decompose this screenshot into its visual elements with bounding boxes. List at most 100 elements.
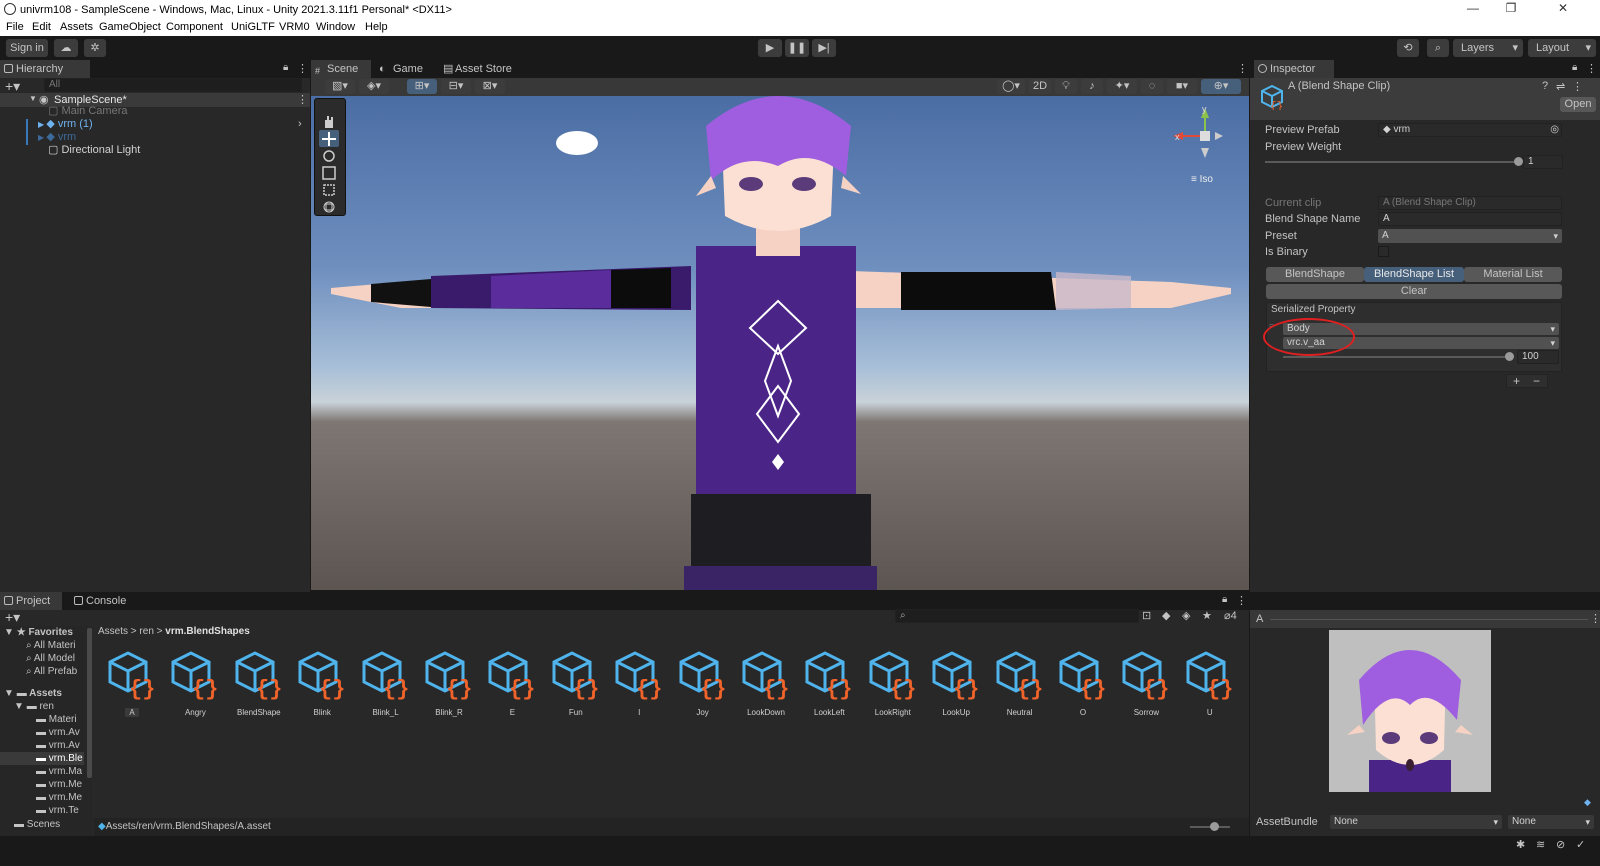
tab-project[interactable]: Project bbox=[0, 592, 62, 610]
object-picker-icon[interactable]: ◎ bbox=[1550, 124, 1559, 136]
preview-weight-input[interactable]: 1 bbox=[1523, 155, 1563, 169]
menu-uniGLTF[interactable]: UniGLTF bbox=[231, 21, 275, 33]
lock-icon[interactable]: 🔒︎ bbox=[283, 62, 288, 73]
folder-item[interactable]: ▬ vrm.Av bbox=[36, 739, 80, 752]
tree-scrollbar[interactable] bbox=[87, 628, 92, 778]
toggle-2d-button[interactable]: 2D bbox=[1029, 79, 1051, 94]
menu-assets[interactable]: Assets bbox=[60, 21, 93, 33]
add-element-button[interactable]: + bbox=[1513, 374, 1520, 388]
asset-item[interactable]: {} Neutral bbox=[989, 648, 1051, 718]
folder-item[interactable]: ▬ vrm.Ma bbox=[36, 765, 82, 778]
close-button[interactable]: ✕ bbox=[1540, 1, 1586, 19]
tab-blendshape[interactable]: BlendShape bbox=[1266, 267, 1364, 282]
bug-icon[interactable]: ✱ bbox=[1516, 838, 1525, 851]
asset-item[interactable]: {} Blink bbox=[291, 648, 353, 718]
blend-shape-name-input[interactable]: A bbox=[1378, 212, 1562, 226]
pause-button[interactable]: ❚❚ bbox=[785, 39, 809, 57]
folder-item-selected[interactable]: ▬ vrm.Ble bbox=[36, 752, 83, 765]
increment-snap-icon[interactable]: ⊠▾ bbox=[475, 79, 505, 94]
asset-item[interactable]: {} LookUp bbox=[925, 648, 987, 718]
filter-label-icon[interactable]: ◆ bbox=[1162, 609, 1170, 622]
tab-game[interactable]: ◐ Game bbox=[375, 60, 437, 78]
preview-divider[interactable] bbox=[1270, 619, 1588, 620]
check-icon[interactable]: ✓ bbox=[1576, 838, 1585, 851]
folder-item[interactable]: ▬ vrm.Av bbox=[36, 726, 80, 739]
menu-window[interactable]: Window bbox=[316, 21, 355, 33]
preview-prefab-field[interactable]: ◆ vrm ◎ bbox=[1378, 123, 1562, 137]
weight-slider-track[interactable] bbox=[1283, 356, 1509, 358]
favorites-label[interactable]: ▼ ★ Favorites bbox=[4, 626, 73, 639]
weight-input[interactable]: 100 bbox=[1517, 350, 1559, 364]
cloud-icon[interactable]: ☁ bbox=[54, 39, 78, 57]
render-mode-icon[interactable]: ◈▾ bbox=[359, 79, 389, 94]
folder-item[interactable]: ▬ Materi bbox=[36, 713, 77, 726]
asset-item[interactable]: {} Joy bbox=[672, 648, 734, 718]
menu-edit[interactable]: Edit bbox=[32, 21, 51, 33]
folder-item[interactable]: ▬ vrm.Te bbox=[36, 804, 79, 817]
lock-icon[interactable]: 🔒︎ bbox=[1222, 594, 1227, 605]
tag-icon[interactable]: ◈ bbox=[1182, 609, 1190, 622]
hierarchy-item-vrm-1[interactable]: ▶ ◆ vrm (1) bbox=[38, 118, 93, 131]
preset-dropdown[interactable]: A bbox=[1378, 229, 1562, 243]
no-network-icon[interactable]: ⊘ bbox=[1556, 838, 1565, 851]
hierarchy-item-vrm[interactable]: ▶ ◆ vrm bbox=[38, 131, 76, 144]
preview-weight-slider-track[interactable] bbox=[1265, 161, 1520, 163]
kebab-menu-icon[interactable]: ⋮ bbox=[297, 62, 308, 75]
kebab-menu-icon[interactable]: ⋮ bbox=[1236, 594, 1247, 607]
draw-mode-icon[interactable]: ▧▾ bbox=[325, 79, 355, 94]
asset-item[interactable]: {} E bbox=[481, 648, 543, 718]
menu-gameobject[interactable]: GameObject bbox=[99, 21, 161, 33]
snap-icon[interactable]: ⊞▾ bbox=[407, 79, 437, 94]
orientation-gizmo[interactable]: x y ≡ Iso bbox=[1171, 104, 1241, 186]
star-icon[interactable]: ★ bbox=[1202, 609, 1212, 622]
is-binary-checkbox[interactable] bbox=[1378, 246, 1389, 257]
tab-inspector[interactable]: Inspector bbox=[1254, 60, 1334, 78]
asset-item[interactable]: {} Blink_R bbox=[418, 648, 480, 718]
asset-item[interactable]: {} BlendShape bbox=[228, 648, 290, 718]
open-button[interactable]: Open bbox=[1560, 97, 1596, 112]
kebab-menu-icon[interactable]: ⋮ bbox=[1572, 80, 1583, 93]
assetbundle-dropdown[interactable]: None bbox=[1330, 815, 1502, 829]
favorite-item[interactable]: ⌕ All Model bbox=[26, 652, 75, 665]
label-icon[interactable]: ◆ bbox=[1584, 797, 1591, 808]
tab-asset-store[interactable]: ▤ Asset Store bbox=[439, 60, 529, 78]
folder-item[interactable]: ▬ Scenes bbox=[14, 818, 60, 831]
audio-icon[interactable]: ♪ bbox=[1081, 79, 1103, 94]
transform-tool-icon[interactable] bbox=[319, 198, 339, 215]
folder-item[interactable]: ▬ vrm.Me bbox=[36, 791, 82, 804]
create-button[interactable]: +▾ bbox=[5, 609, 20, 626]
layers-dropdown[interactable]: Layers ▾ bbox=[1453, 39, 1523, 57]
hierarchy-item-directional-light[interactable]: ▢ Directional Light bbox=[48, 144, 140, 157]
menu-file[interactable]: File bbox=[6, 21, 24, 33]
search-icon[interactable]: ⌕ bbox=[1427, 39, 1449, 57]
menu-component[interactable]: Component bbox=[166, 21, 223, 33]
asset-item[interactable]: {} LookLeft bbox=[798, 648, 860, 718]
menu-vrm0[interactable]: VRM0 bbox=[279, 21, 310, 33]
scene-row[interactable]: ▼ ◉ SampleScene* ⋮ bbox=[0, 93, 310, 107]
hand-tool-icon[interactable] bbox=[319, 113, 339, 130]
camera-icon[interactable]: ■▾ bbox=[1167, 79, 1197, 94]
breadcrumb-current[interactable]: vrm.BlendShapes bbox=[165, 626, 249, 637]
hierarchy-search-input[interactable]: All bbox=[44, 78, 302, 92]
scale-tool-icon[interactable] bbox=[319, 164, 339, 181]
asset-item[interactable]: {} U bbox=[1179, 648, 1241, 718]
breadcrumb-ren[interactable]: ren bbox=[139, 626, 153, 637]
kebab-menu-icon[interactable]: ⋮ bbox=[1586, 62, 1597, 75]
step-button[interactable]: ▶| bbox=[812, 39, 836, 57]
hidden-packages-icon[interactable]: ⌀4 bbox=[1224, 609, 1237, 622]
asset-item[interactable]: {} Fun bbox=[545, 648, 607, 718]
tab-scene[interactable]: # Scene bbox=[311, 60, 371, 78]
breadcrumb-assets[interactable]: Assets bbox=[98, 626, 128, 637]
lighting-icon[interactable]: 💡︎ bbox=[1055, 79, 1077, 94]
foldout-icon[interactable]: ▼ bbox=[29, 94, 37, 103]
tab-material-list[interactable]: Material List bbox=[1464, 267, 1562, 282]
history-icon[interactable]: ⟲ bbox=[1397, 39, 1419, 57]
scene-viewport[interactable]: x y ≡ Iso bbox=[311, 96, 1249, 590]
asset-item[interactable]: {} LookRight bbox=[862, 648, 924, 718]
shading-icon[interactable]: ◯▾ bbox=[997, 79, 1025, 94]
asset-item[interactable]: {} O bbox=[1052, 648, 1114, 718]
chevron-right-icon[interactable]: › bbox=[298, 118, 302, 130]
assets-root[interactable]: ▼ ▬ Assets bbox=[4, 687, 62, 700]
asset-item[interactable]: {} I bbox=[608, 648, 670, 718]
visibility-icon[interactable]: ◌ bbox=[1141, 79, 1163, 94]
